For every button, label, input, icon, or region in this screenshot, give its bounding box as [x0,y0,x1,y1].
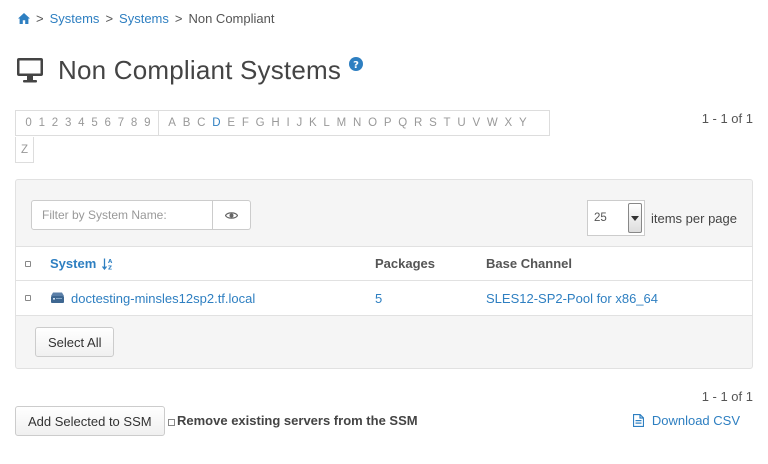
eye-icon [225,211,238,220]
table-header-row: System A Z Packages Base Channel [16,247,752,281]
alpha-letter-x[interactable]: X [501,117,515,129]
alpha-letter-z[interactable]: Z [15,137,34,163]
alpha-letter-l[interactable]: L [320,117,333,129]
breadcrumb-systems-link[interactable]: Systems [50,11,100,26]
alpha-letter-a[interactable]: A [165,117,179,129]
alpha-letter-o[interactable]: O [365,117,381,129]
svg-text:?: ? [353,60,359,71]
alpha-letter-j[interactable]: J [293,117,306,129]
question-circle-icon[interactable]: ? [349,57,364,71]
table-footer: Select All [16,316,752,368]
alpha-letter-e[interactable]: E [224,117,238,129]
systems-table: System A Z Packages Base Channel doctest… [16,246,752,316]
alpha-digit-3[interactable]: 3 [62,117,75,129]
system-name-filter [31,200,251,230]
alpha-digit-6[interactable]: 6 [101,117,114,129]
items-per-page: 25 items per page [587,200,737,236]
alpha-letter-d[interactable]: D [209,117,224,129]
per-page-value: 25 [594,212,607,224]
alpha-letter-t[interactable]: T [440,117,454,129]
page-title: Non Compliant Systems [58,54,342,85]
system-link[interactable]: doctesting-minsles12sp2.tf.local [71,291,255,306]
filter-input[interactable] [31,200,213,230]
remove-existing-ssm-checkbox[interactable] [168,418,175,426]
svg-text:A: A [108,259,113,265]
alpha-letter-u[interactable]: U [454,117,469,129]
desktop-icon [16,57,44,83]
breadcrumb: > Systems > Systems > Non Compliant [18,11,274,26]
alpha-digit-0[interactable]: 0 [22,117,35,129]
pagination-count-top: 1 - 1 of 1 [701,111,753,126]
server-icon [50,292,65,304]
system-cell: doctesting-minsles12sp2.tf.local [50,291,255,306]
systems-list-panel: 25 items per page System A Z Packages [15,179,753,369]
alpha-digit-7[interactable]: 7 [114,117,127,129]
alpha-letter-k[interactable]: K [306,117,320,129]
alpha-letter-m[interactable]: M [333,117,349,129]
table-row: doctesting-minsles12sp2.tf.local 5 SLES1… [16,281,752,316]
select-all-button[interactable]: Select All [35,327,115,357]
system-column-label: System [50,256,97,271]
alpha-digit-8[interactable]: 8 [128,117,141,129]
alpha-letter-q[interactable]: Q [395,117,411,129]
filter-eye-button[interactable] [213,200,251,230]
alpha-letter-y[interactable]: Y [516,117,530,129]
breadcrumb-current: Non Compliant [188,11,275,26]
sort-alpha-asc-icon: A Z [102,258,114,270]
column-header-base-channel: Base Channel [486,256,572,271]
alpha-letter-s[interactable]: S [426,117,440,129]
alpha-letter-w[interactable]: W [484,117,502,129]
add-selected-to-ssm-button[interactable]: Add Selected to SSM [15,406,165,436]
base-channel-link[interactable]: SLES12-SP2-Pool for x86_64 [486,291,658,306]
packages-count-link[interactable]: 5 [375,291,382,306]
remove-existing-ssm-label: Remove existing servers from the SSM [177,413,418,428]
remove-existing-ssm-option[interactable]: Remove existing servers from the SSM [168,413,418,428]
file-csv-icon [632,414,644,427]
alpha-letter-n[interactable]: N [350,117,365,129]
column-header-packages: Packages [375,256,435,271]
alphabar-divider [157,110,159,136]
alpha-digit-9[interactable]: 9 [141,117,154,129]
alpha-letter-v[interactable]: V [469,117,483,129]
breadcrumb-separator: > [174,11,183,26]
row-checkbox[interactable] [25,295,31,301]
alpha-digit-2[interactable]: 2 [48,117,61,129]
per-page-label: items per page [651,210,737,226]
svg-text:Z: Z [108,265,112,270]
alpha-letter-b[interactable]: B [179,117,193,129]
alpha-digit-1[interactable]: 1 [35,117,48,129]
alpha-letter-p[interactable]: P [380,117,394,129]
home-icon[interactable] [18,13,30,24]
column-header-system[interactable]: System A Z [50,256,114,271]
alpha-digit-5[interactable]: 5 [88,117,101,129]
page-header: Non Compliant Systems ? [16,52,364,88]
select-all-checkbox[interactable] [25,260,31,267]
alpha-letter-i[interactable]: I [283,117,293,129]
breadcrumb-separator: > [105,11,114,26]
download-csv-label: Download CSV [651,413,740,428]
per-page-select[interactable]: 25 [587,200,645,236]
breadcrumb-systems-link-2[interactable]: Systems [119,11,169,26]
breadcrumb-separator: > [36,11,44,26]
download-csv-link[interactable]: Download CSV [632,413,740,428]
alphabet-filter-bar: 0 1 2 3 4 5 6 7 8 9 A B C D E F G H I J … [15,110,550,136]
alpha-letter-f[interactable]: F [238,117,252,129]
alpha-letter-c[interactable]: C [194,117,209,129]
alpha-letter-r[interactable]: R [411,117,426,129]
alpha-letter-h[interactable]: H [268,117,283,129]
alpha-letter-g[interactable]: G [252,117,268,129]
pagination-count-bottom: 1 - 1 of 1 [701,389,753,404]
chevron-down-icon [628,203,642,233]
alpha-digit-4[interactable]: 4 [75,117,88,129]
